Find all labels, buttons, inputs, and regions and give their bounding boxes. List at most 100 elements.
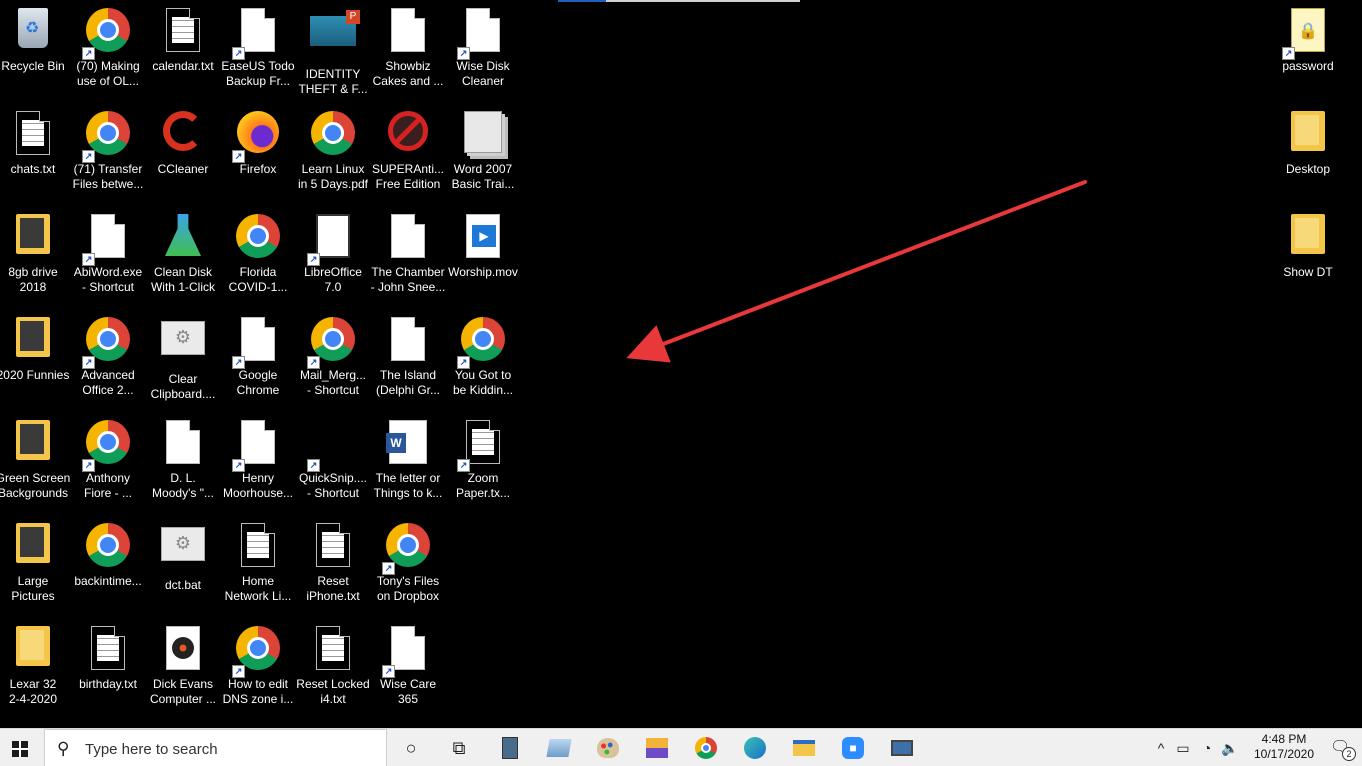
desktop-icon-google-chrome[interactable]: ↗ Google Chrome [220, 313, 296, 413]
chevron-up-icon[interactable]: ^ [1152, 740, 1170, 756]
chrome-icon [236, 214, 280, 258]
cortana-button[interactable]: ○ [396, 733, 426, 763]
desktop-icon-you-got-to[interactable]: ↗ You Got to be Kiddin... [445, 313, 521, 413]
desktop-icon-mail-merge[interactable]: ↗ Mail_Merg... - Shortcut [295, 313, 371, 413]
wifi-icon[interactable]: ◔ [1196, 740, 1218, 756]
desktop-icon-birthday[interactable]: birthday.txt [70, 622, 146, 722]
desktop-icon-the-letter[interactable]: The letter or Things to k... [370, 416, 446, 516]
icon-label: Clear Clipboard.... [150, 372, 216, 401]
desktop-icon-libreoffice[interactable]: ↗ LibreOffice 7.0 [295, 210, 371, 310]
desktop-icon-word-2007[interactable]: Word 2007 Basic Trai... [445, 107, 521, 207]
search-placeholder: Type here to search [85, 741, 218, 758]
desktop-icon-tonys-files[interactable]: ↗ Tony's Files on Dropbox [370, 519, 446, 619]
desktop-icon-show-dt[interactable]: Show DT [1270, 210, 1346, 310]
icon-label: Large Pictures [11, 574, 55, 603]
desktop-icon-worship-mov[interactable]: Worship.mov [445, 210, 521, 310]
desktop-icon-transfer-files[interactable]: ↗ (71) Transfer Files betwe... [70, 107, 146, 207]
desktop-icon-firefox[interactable]: ↗ Firefox [220, 107, 296, 207]
desktop-icon-identity-theft[interactable]: IDENTITY THEFT & F... [295, 4, 371, 104]
no-entry-icon [388, 111, 428, 151]
shortcut-arrow-icon: ↗ [307, 253, 320, 266]
task-view-icon: ⧉ [452, 737, 466, 758]
taskbar-chrome[interactable] [691, 733, 721, 763]
file-icon [466, 8, 500, 52]
desktop-icon-large-pictures[interactable]: Large Pictures [0, 519, 71, 619]
taskbar-zoom[interactable]: ■ [838, 733, 868, 763]
clock-time: 4:48 PM [1261, 732, 1307, 746]
desktop-icon-abiword[interactable]: ↗ AbiWord.exe - Shortcut [70, 210, 146, 310]
desktop-icon-edit-dns[interactable]: ↗ How to edit DNS zone i... [220, 622, 296, 722]
desktop-icon-lexar[interactable]: Lexar 32 2-4-2020 [0, 622, 71, 722]
folder-icon [16, 214, 50, 254]
desktop-icon-chats[interactable]: chats.txt [0, 107, 71, 207]
shortcut-arrow-icon: ↗ [232, 356, 245, 369]
desktop-icon-superantispyware[interactable]: SUPERAnti... Free Edition [370, 107, 446, 207]
desktop-icon-calendar[interactable]: calendar.txt [145, 4, 221, 104]
desktop-icon-wise-disk[interactable]: ↗ Wise Disk Cleaner [445, 4, 521, 104]
desktop-icon-recycle-bin[interactable]: Recycle Bin [0, 4, 71, 104]
desktop-icon-dick-evans[interactable]: Dick Evans Computer ... [145, 622, 221, 722]
desktop-icon-clear-clipboard[interactable]: ⚙ Clear Clipboard.... [145, 313, 221, 413]
icon-label: (71) Transfer Files betwe... [72, 162, 144, 191]
desktop-icon-password[interactable]: ↗ password [1270, 4, 1346, 104]
desktop-icon-easeus[interactable]: ↗ EaseUS Todo Backup Fr... [220, 4, 296, 104]
desktop-icon-8gb-drive[interactable]: 8gb drive 2018 [0, 210, 71, 310]
video-file-icon [466, 214, 500, 258]
desktop-icon-reset-locked[interactable]: Reset Locked i4.txt [295, 622, 371, 722]
taskbar-remote-desktop[interactable] [887, 733, 917, 763]
desktop-icon-making-use[interactable]: ↗ (70) Making use of OL... [70, 4, 146, 104]
shortcut-arrow-icon: ↗ [457, 459, 470, 472]
taskbar-paint[interactable] [593, 733, 623, 763]
battery-icon[interactable]: ▭ [1170, 740, 1196, 757]
desktop-icon-desktop-folder[interactable]: Desktop [1270, 107, 1346, 207]
edge-icon [744, 737, 766, 759]
icon-label: Learn Linux in 5 Days.pdf [297, 162, 369, 191]
volume-icon[interactable]: 🔈 [1218, 740, 1242, 757]
start-button[interactable] [0, 729, 44, 766]
desktop-icon-home-network[interactable]: Home Network Li... [220, 519, 296, 619]
shortcut-arrow-icon: ↗ [82, 459, 95, 472]
desktop-icon-dl-moody[interactable]: D. L. Moody's "... [145, 416, 221, 516]
search-box[interactable]: ⚲ Type here to search [44, 729, 387, 766]
word-document-icon [386, 420, 427, 464]
chrome-icon [86, 420, 130, 464]
cleaner-flask-icon [165, 214, 201, 256]
desktop-icon-ccleaner[interactable]: CCleaner [145, 107, 221, 207]
task-view-button[interactable]: ⧉ [444, 733, 474, 763]
firefox-icon [237, 111, 279, 153]
desktop-icon-quicksnip[interactable]: ↗ QuickSnip.... - Shortcut [295, 416, 371, 516]
desktop-icon-2020-funnies[interactable]: 2020 Funnies [0, 313, 71, 413]
chrome-icon [311, 317, 355, 361]
shortcut-arrow-icon: ↗ [457, 47, 470, 60]
taskbar-network-tool[interactable] [642, 733, 672, 763]
taskbar-calculator[interactable] [495, 733, 525, 763]
taskbar-edge[interactable] [740, 733, 770, 763]
desktop-icon-learn-linux[interactable]: Learn Linux in 5 Days.pdf [295, 107, 371, 207]
file-icon [391, 626, 425, 670]
icon-label: Firefox [239, 162, 277, 176]
desktop-icon-backintime[interactable]: backintime... [70, 519, 146, 619]
desktop-icon-clean-disk[interactable]: Clean Disk With 1-Click [145, 210, 221, 310]
desktop-icon-florida-covid[interactable]: Florida COVID-1... [220, 210, 296, 310]
icon-label: Tony's Files on Dropbox [376, 574, 440, 603]
taskbar-notepad[interactable] [544, 733, 574, 763]
desktop-icon-zoom-paper[interactable]: ↗ Zoom Paper.tx... [445, 416, 521, 516]
icon-label: Worship.mov [448, 265, 518, 279]
desktop-icon-the-chamber[interactable]: The Chamber - John Snee... [370, 210, 446, 310]
desktop-icon-henry-moorhouse[interactable]: ↗ Henry Moorhouse... [220, 416, 296, 516]
desktop-icon-the-island[interactable]: The Island (Delphi Gr... [370, 313, 446, 413]
taskbar-file-explorer[interactable] [789, 733, 819, 763]
icon-label: How to edit DNS zone i... [222, 677, 294, 706]
desktop-icon-dct-bat[interactable]: ⚙ dct.bat [145, 519, 221, 619]
desktop-icon-anthony-fiore[interactable]: ↗ Anthony Fiore - ... [70, 416, 146, 516]
action-center-button[interactable]: 🗨 2 [1330, 737, 1356, 761]
windows-logo-icon [12, 741, 28, 757]
desktop-icon-green-screen[interactable]: Green Screen Backgrounds [0, 416, 71, 516]
shortcut-arrow-icon: ↗ [232, 665, 245, 678]
desktop-icon-showbiz-cakes[interactable]: Showbiz Cakes and ... [370, 4, 446, 104]
desktop-icon-reset-iphone[interactable]: Reset iPhone.txt [295, 519, 371, 619]
desktop-icon-wise-care[interactable]: ↗ Wise Care 365 [370, 622, 446, 722]
taskbar-clock[interactable]: 4:48 PM 10/17/2020 [1252, 732, 1316, 762]
recycle-bin-icon [18, 8, 48, 48]
desktop-icon-advanced-office[interactable]: ↗ Advanced Office 2... [70, 313, 146, 413]
